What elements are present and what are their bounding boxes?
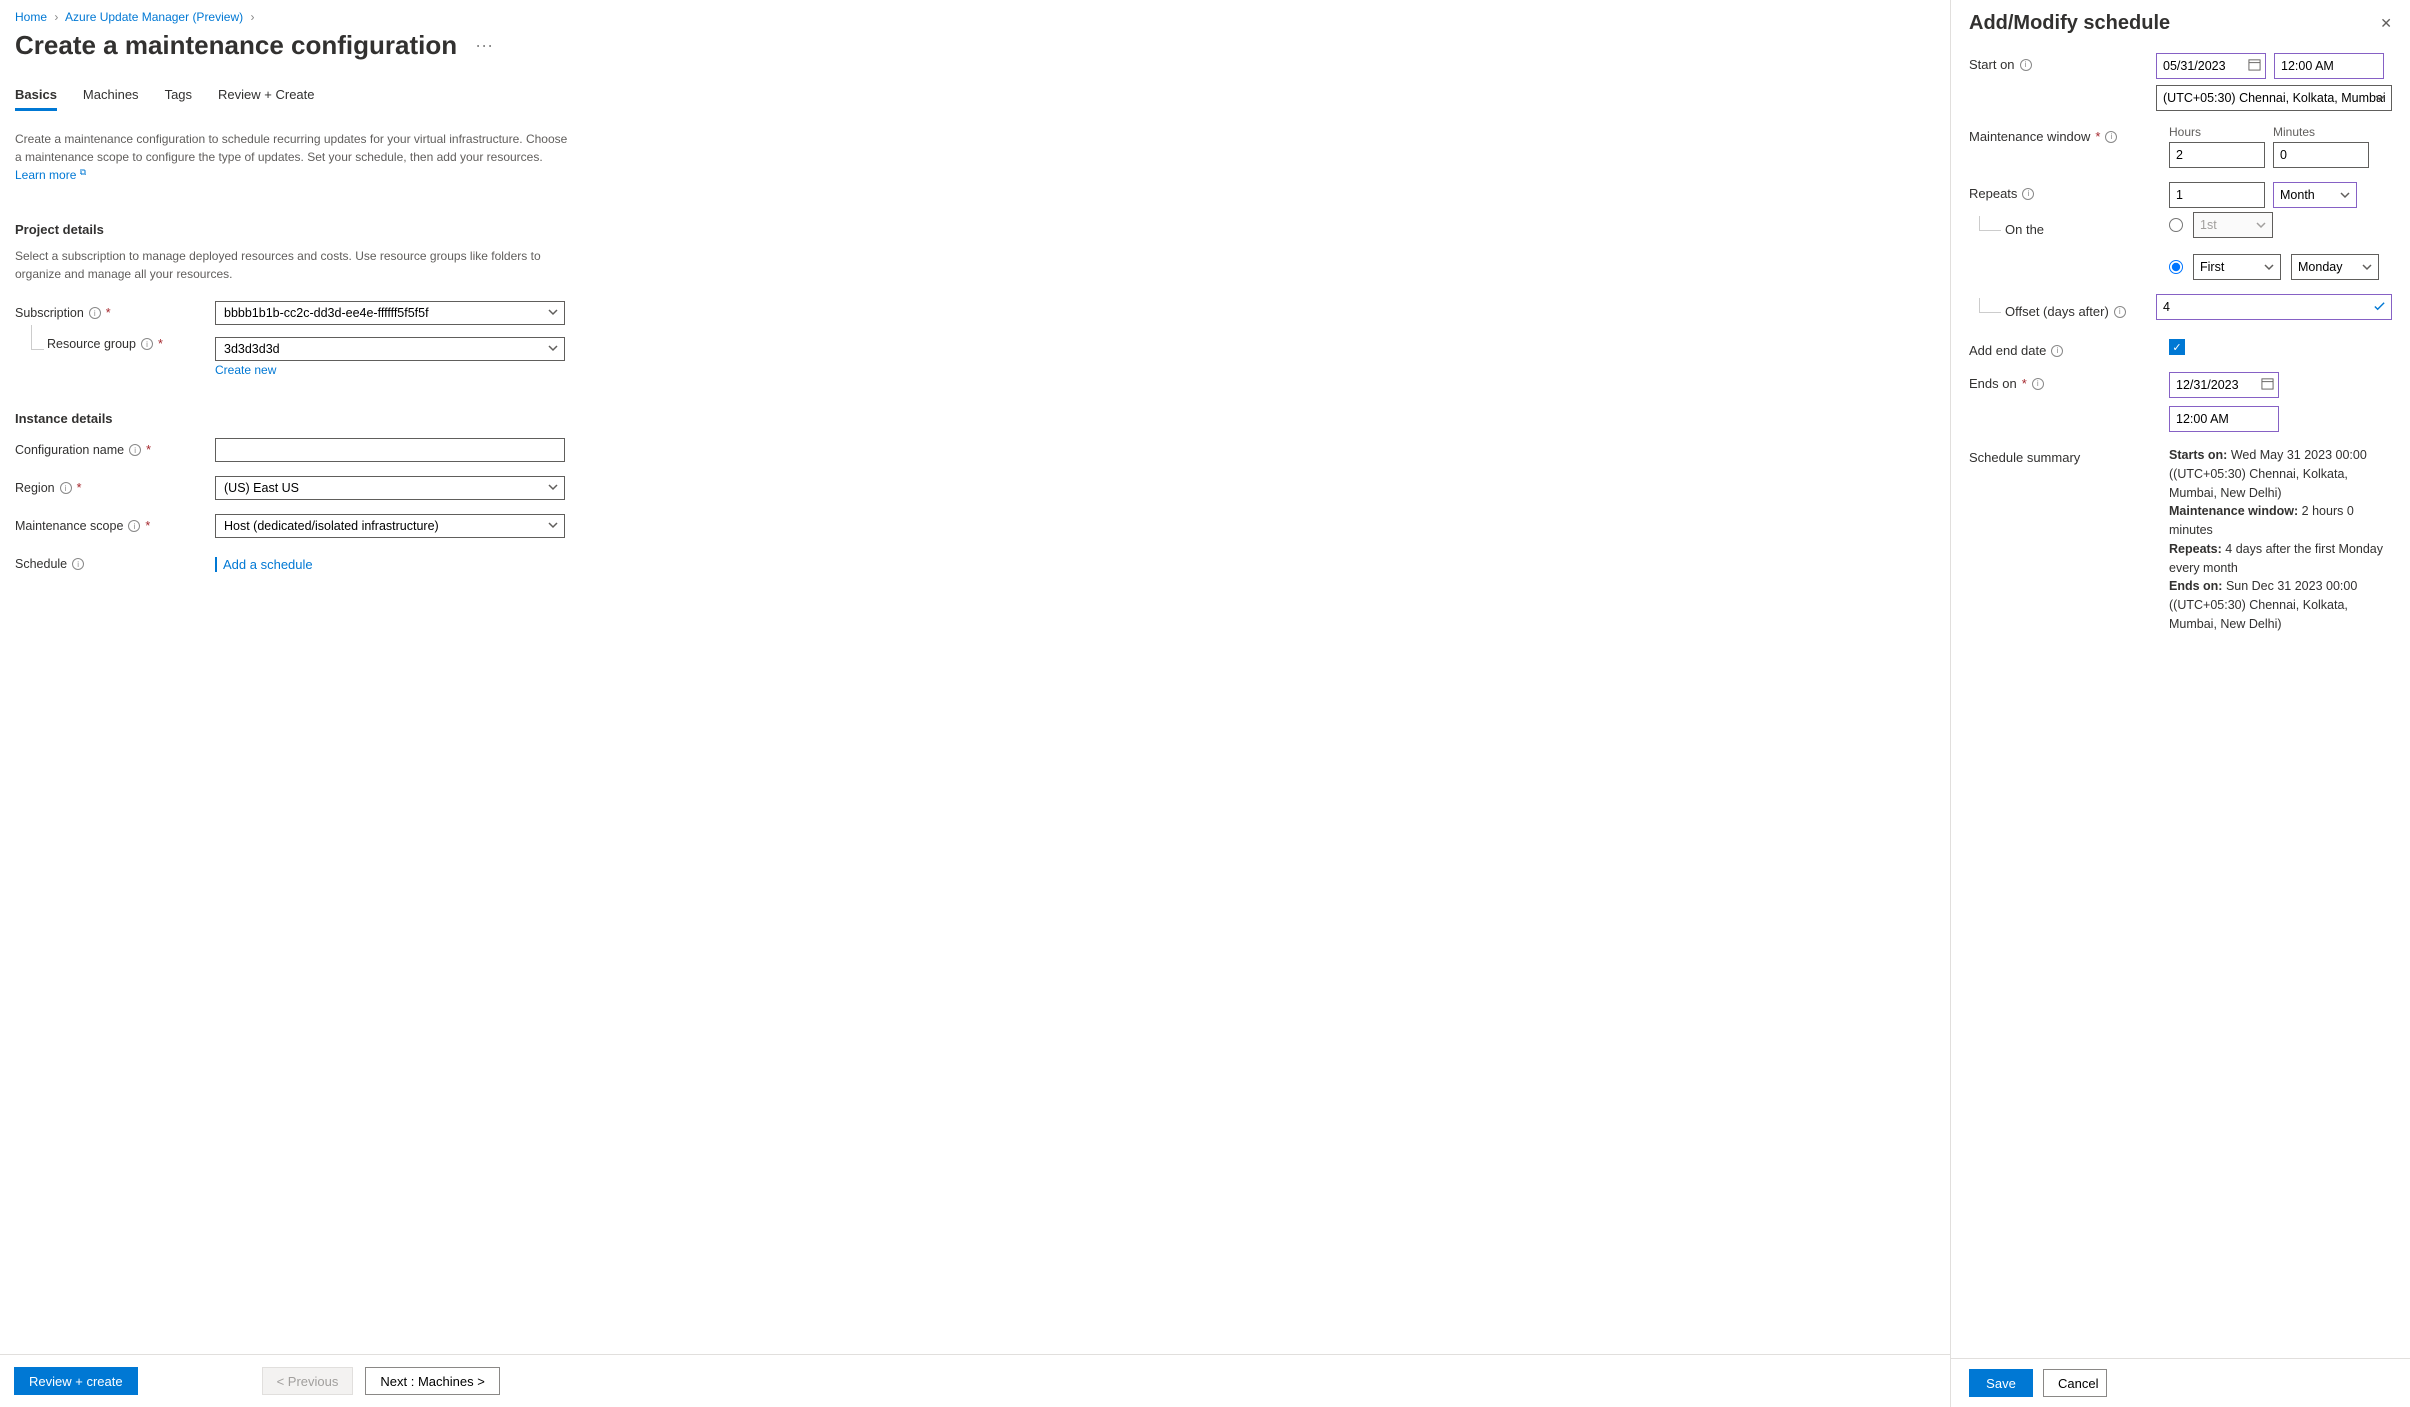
region-select[interactable] bbox=[215, 476, 565, 500]
minutes-sublabel: Minutes bbox=[2273, 125, 2369, 139]
repeat-count-input[interactable] bbox=[2169, 182, 2265, 208]
subscription-label: Subscription i * bbox=[15, 306, 215, 320]
info-icon[interactable]: i bbox=[141, 338, 153, 350]
resource-group-select[interactable] bbox=[215, 337, 565, 361]
ordinal-weekday-radio[interactable] bbox=[2169, 260, 2183, 274]
close-icon[interactable]: ✕ bbox=[2380, 15, 2392, 32]
end-date-input[interactable] bbox=[2169, 372, 2279, 398]
start-date-input[interactable] bbox=[2156, 53, 2266, 79]
weekday-select[interactable] bbox=[2291, 254, 2379, 280]
repeat-unit-select[interactable] bbox=[2273, 182, 2357, 208]
save-button[interactable]: Save bbox=[1969, 1369, 2033, 1397]
info-icon[interactable]: i bbox=[72, 558, 84, 570]
info-icon[interactable]: i bbox=[2051, 345, 2063, 357]
external-link-icon: ⧉ bbox=[80, 167, 86, 177]
schedule-panel: Add/Modify schedule ✕ Start on i bbox=[1950, 0, 2410, 1407]
info-icon[interactable]: i bbox=[2020, 59, 2032, 71]
maintenance-window-label: Maintenance window * i bbox=[1969, 125, 2169, 144]
page-title: Create a maintenance configuration bbox=[15, 30, 457, 61]
instance-details-header: Instance details bbox=[15, 411, 1935, 426]
info-icon[interactable]: i bbox=[60, 482, 72, 494]
maintenance-scope-select[interactable] bbox=[215, 514, 565, 538]
info-icon[interactable]: i bbox=[2105, 131, 2117, 143]
info-icon[interactable]: i bbox=[2032, 378, 2044, 390]
hours-input[interactable] bbox=[2169, 142, 2265, 168]
day-of-month-radio[interactable] bbox=[2169, 218, 2183, 232]
ordinal-select[interactable] bbox=[2193, 254, 2281, 280]
wizard-tabs: Basics Machines Tags Review + Create bbox=[15, 81, 1935, 112]
config-name-input[interactable] bbox=[215, 438, 565, 462]
previous-button: < Previous bbox=[262, 1367, 354, 1395]
tab-review[interactable]: Review + Create bbox=[218, 81, 314, 111]
add-end-date-label: Add end date i bbox=[1969, 339, 2169, 358]
start-time-input[interactable] bbox=[2274, 53, 2384, 79]
info-icon[interactable]: i bbox=[129, 444, 141, 456]
schedule-label: Schedule i bbox=[15, 557, 215, 571]
panel-title: Add/Modify schedule bbox=[1969, 12, 2170, 35]
more-icon[interactable]: ··· bbox=[475, 35, 493, 56]
maintenance-scope-label: Maintenance scope i * bbox=[15, 519, 215, 533]
next-button[interactable]: Next : Machines > bbox=[365, 1367, 499, 1395]
project-details-desc: Select a subscription to manage deployed… bbox=[15, 247, 555, 283]
breadcrumb-home[interactable]: Home bbox=[15, 10, 47, 24]
review-create-button[interactable]: Review + create bbox=[14, 1367, 138, 1395]
resource-group-label: Resource group i * bbox=[15, 337, 215, 351]
info-icon[interactable]: i bbox=[89, 307, 101, 319]
chevron-right-icon: › bbox=[250, 10, 254, 24]
info-icon[interactable]: i bbox=[2114, 306, 2126, 318]
offset-label: Offset (days after) i bbox=[2005, 298, 2156, 325]
schedule-summary-label: Schedule summary bbox=[1969, 446, 2169, 465]
repeats-label: Repeats i bbox=[1969, 182, 2169, 201]
region-label: Region i * bbox=[15, 481, 215, 495]
main-content: Home › Azure Update Manager (Preview) › … bbox=[0, 0, 1950, 1407]
offset-select[interactable] bbox=[2156, 294, 2392, 320]
footer-bar: Review + create < Previous Next : Machin… bbox=[0, 1354, 1950, 1407]
hours-sublabel: Hours bbox=[2169, 125, 2265, 139]
info-icon[interactable]: i bbox=[2022, 188, 2034, 200]
page-description: Create a maintenance configuration to sc… bbox=[15, 130, 575, 184]
config-name-label: Configuration name i * bbox=[15, 443, 215, 457]
project-details-header: Project details bbox=[15, 222, 1935, 237]
create-new-rg-link[interactable]: Create new bbox=[215, 363, 276, 377]
tab-tags[interactable]: Tags bbox=[165, 81, 192, 111]
ends-on-label: Ends on * i bbox=[1969, 372, 2169, 391]
learn-more-link[interactable]: Learn more ⧉ bbox=[15, 168, 86, 182]
check-icon bbox=[2373, 300, 2386, 316]
end-time-input[interactable] bbox=[2169, 406, 2279, 432]
minutes-input[interactable] bbox=[2273, 142, 2369, 168]
tab-machines[interactable]: Machines bbox=[83, 81, 139, 111]
schedule-summary: Starts on: Wed May 31 2023 00:00 ((UTC+0… bbox=[2169, 446, 2392, 634]
chevron-right-icon: › bbox=[54, 10, 58, 24]
add-end-date-checkbox[interactable]: ✓ bbox=[2169, 339, 2185, 355]
tab-basics[interactable]: Basics bbox=[15, 81, 57, 111]
breadcrumb-aum[interactable]: Azure Update Manager (Preview) bbox=[65, 10, 243, 24]
cancel-button[interactable]: Cancel bbox=[2043, 1369, 2107, 1397]
info-icon[interactable]: i bbox=[128, 520, 140, 532]
start-on-label: Start on i bbox=[1969, 53, 2156, 72]
add-schedule-link[interactable]: Add a schedule bbox=[215, 557, 313, 572]
on-the-label: On the bbox=[2005, 216, 2169, 243]
subscription-select[interactable] bbox=[215, 301, 565, 325]
day-of-month-select bbox=[2193, 212, 2273, 238]
breadcrumb: Home › Azure Update Manager (Preview) › bbox=[15, 10, 1935, 24]
timezone-select[interactable] bbox=[2156, 85, 2392, 111]
